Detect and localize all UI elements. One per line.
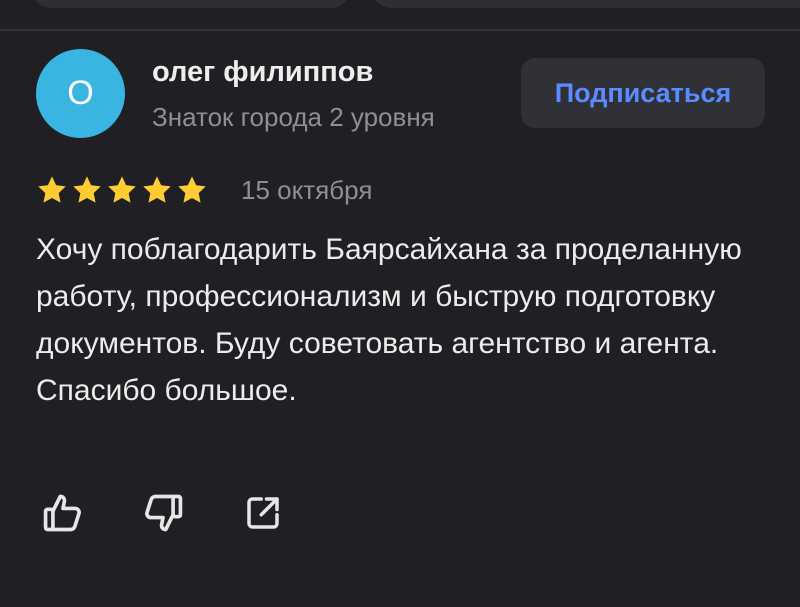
avatar[interactable]: О: [36, 49, 125, 138]
thumbs-up-icon: [43, 494, 81, 532]
review-text: Хочу поблагодарить Баярсайхана за продел…: [36, 233, 742, 407]
thumbs-down-icon: [145, 494, 183, 532]
author-level: Знаток города 2 уровня: [152, 102, 435, 132]
share-icon: [247, 497, 279, 529]
star-icon: [108, 176, 136, 203]
share-button[interactable]: [240, 490, 286, 536]
divider: [0, 29, 800, 31]
star-icon: [38, 176, 66, 203]
filter-chip-left[interactable]: [32, 0, 350, 8]
star-icon: [178, 176, 206, 203]
star-icon: [143, 176, 171, 203]
avatar-initial: О: [67, 74, 94, 112]
star-icon: [73, 176, 101, 203]
filter-chip-right[interactable]: [372, 0, 800, 8]
subscribe-button[interactable]: Подписаться: [521, 58, 765, 128]
rating-stars: [36, 174, 208, 206]
dislike-button[interactable]: [140, 490, 186, 536]
review-date: 15 октября: [241, 175, 373, 205]
author-name[interactable]: олег филиппов: [152, 56, 373, 89]
like-button[interactable]: [40, 490, 86, 536]
